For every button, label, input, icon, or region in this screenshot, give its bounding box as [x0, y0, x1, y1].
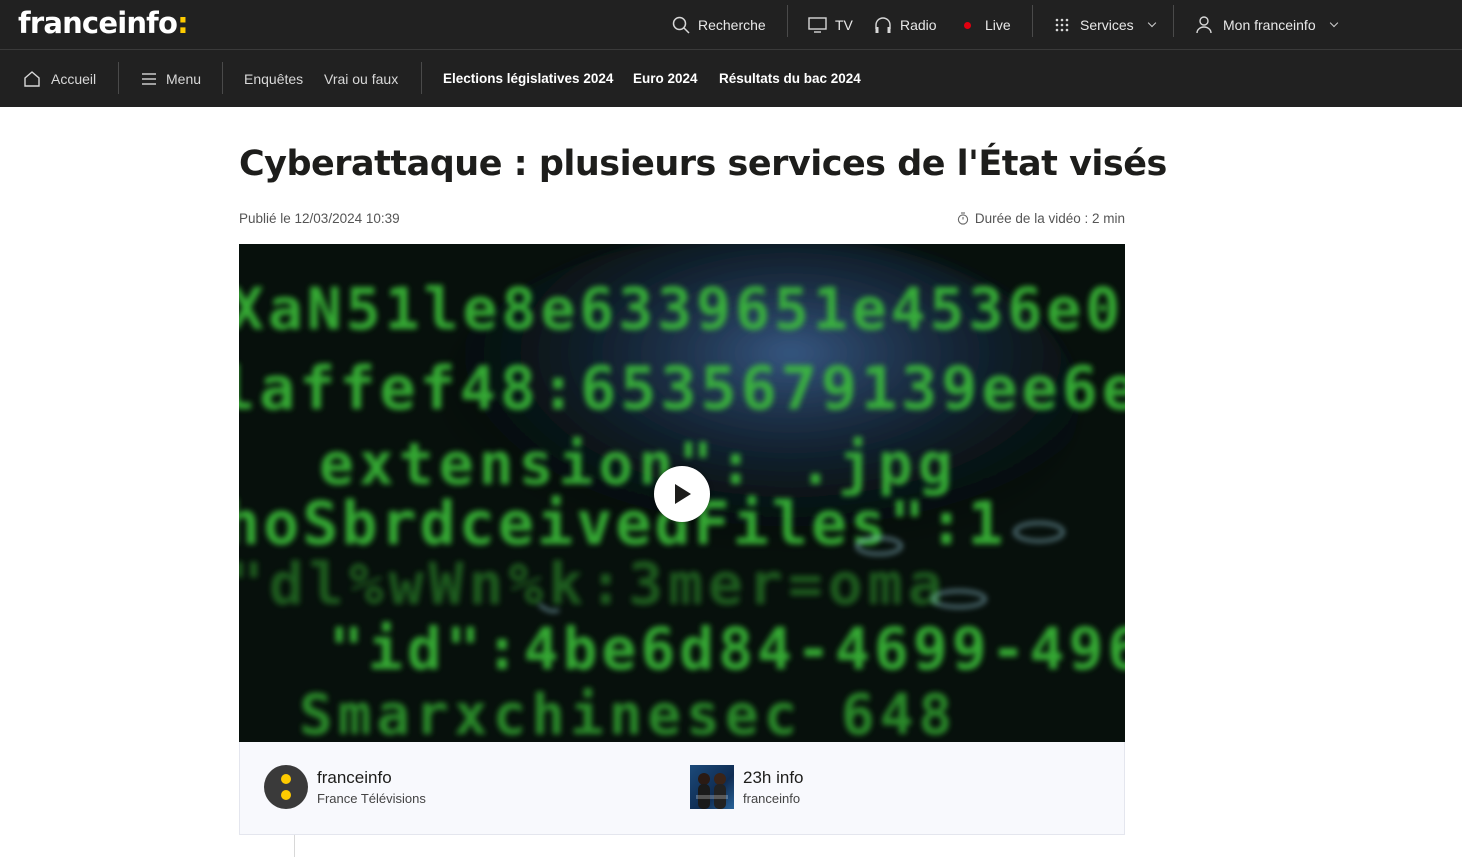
- tv-icon: [808, 17, 827, 33]
- show-thumbnail-image: [696, 773, 728, 809]
- search-icon: [672, 16, 690, 34]
- video-duration: Durée de la vidéo : 2 min: [957, 211, 1125, 226]
- radio-link[interactable]: Radio: [874, 0, 937, 50]
- divider: [421, 62, 422, 94]
- home-link[interactable]: Accueil: [23, 50, 96, 107]
- nav-link-enquetes[interactable]: Enquêtes: [244, 50, 303, 107]
- radio-label: Radio: [900, 17, 937, 33]
- home-icon: [24, 70, 40, 87]
- top-bar: franceinfo: Recherche TV Radio Live Serv…: [0, 0, 1462, 50]
- publish-date: Publié le 12/03/2024 10:39: [239, 211, 400, 226]
- nav-link-bac[interactable]: Résultats du bac 2024: [719, 50, 861, 107]
- account-label: Mon franceinfo: [1223, 17, 1316, 33]
- svg-text:XaN51le8e6339651e4536e0: XaN51le8e6339651e4536e0: [239, 275, 1124, 343]
- chevron-down-icon: [1147, 18, 1156, 28]
- search-link[interactable]: Recherche: [672, 0, 766, 50]
- franceinfo-avatar: [264, 765, 308, 809]
- source-sub: France Télévisions: [317, 791, 426, 806]
- divider: [787, 5, 788, 37]
- article-title: Cyberattaque : plusieurs services de l'É…: [239, 144, 1167, 184]
- source-name: 23h info: [743, 768, 804, 787]
- play-icon: [675, 484, 691, 504]
- user-icon: [1196, 16, 1212, 34]
- nav-link-euro[interactable]: Euro 2024: [633, 50, 698, 107]
- svg-text:hoSbrdceivedFiles":1: hoSbrdceivedFiles":1: [239, 489, 1006, 559]
- play-button[interactable]: [654, 466, 710, 522]
- tv-label: TV: [835, 17, 853, 33]
- divider: [118, 62, 119, 94]
- live-label: Live: [985, 17, 1011, 33]
- source-sub: franceinfo: [743, 791, 801, 806]
- svg-text:Smarxchinesec 648: Smarxchinesec 648: [299, 683, 957, 742]
- live-dot-icon: [964, 21, 971, 29]
- hamburger-icon: [142, 72, 156, 85]
- home-label: Accueil: [51, 70, 97, 87]
- franceinfo-logo[interactable]: franceinfo:: [18, 6, 189, 40]
- svg-text:"dl%wWn%k:3mer=oma: "dl%wWn%k:3mer=oma: [239, 550, 948, 618]
- services-label: Services: [1080, 17, 1134, 33]
- timer-icon: [957, 212, 969, 225]
- source-name: franceinfo: [317, 768, 392, 787]
- main-nav: Accueil Menu Enquêtes Vrai ou faux Elect…: [0, 50, 1462, 107]
- services-menu[interactable]: Services: [1055, 0, 1156, 50]
- video-sources: franceinfo France Télévisions 23h info f…: [239, 742, 1125, 835]
- menu-label: Menu: [166, 70, 202, 87]
- headphones-icon: [875, 17, 891, 33]
- search-label: Recherche: [698, 17, 766, 33]
- divider: [294, 835, 295, 857]
- video-player[interactable]: XaN51le8e6339651e4536e0 laffef48:6535679…: [239, 244, 1125, 742]
- chevron-down-icon: [1329, 18, 1338, 28]
- source-23h-info[interactable]: 23h info franceinfo: [690, 765, 804, 809]
- menu-button[interactable]: Menu: [142, 50, 201, 107]
- svg-text:laffef48:6535679139ee6e: laffef48:6535679139ee6e: [239, 354, 1125, 424]
- duration-label: Durée de la vidéo : 2 min: [974, 211, 1125, 226]
- svg-text:"id":4be6d84-4699-496: "id":4be6d84-4699-496: [329, 615, 1125, 683]
- live-link[interactable]: Live: [964, 0, 1011, 50]
- show-thumbnail: [690, 765, 734, 809]
- svg-text:extension": .jpg: extension": .jpg: [319, 430, 958, 498]
- tv-link[interactable]: TV: [808, 0, 853, 50]
- divider: [1173, 5, 1174, 37]
- divider: [1032, 5, 1033, 37]
- divider: [222, 62, 223, 94]
- source-franceinfo[interactable]: franceinfo France Télévisions: [264, 765, 426, 809]
- nav-link-elections[interactable]: Elections législatives 2024: [443, 50, 613, 107]
- nav-link-vrai-ou-faux[interactable]: Vrai ou faux: [324, 50, 398, 107]
- grid-icon: [1055, 18, 1069, 32]
- account-menu[interactable]: Mon franceinfo: [1196, 0, 1338, 50]
